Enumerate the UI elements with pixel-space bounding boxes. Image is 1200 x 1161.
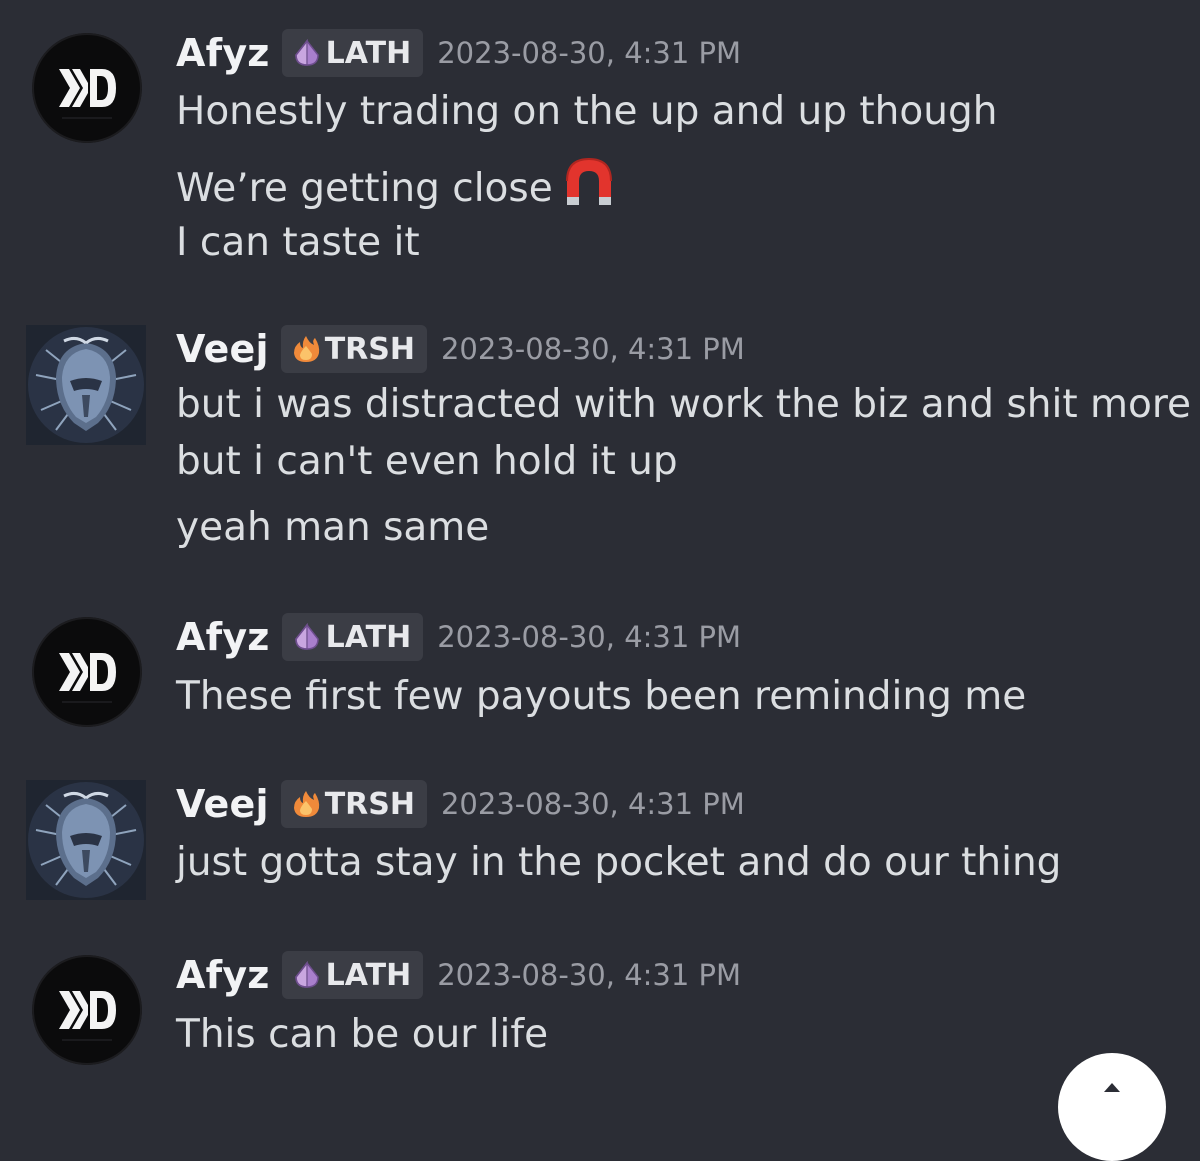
message-text: I can taste it	[176, 220, 420, 265]
role-tag[interactable]: TRSH	[280, 780, 427, 828]
fire-icon	[291, 334, 321, 364]
fire-icon	[291, 789, 321, 819]
timestamp: 2023-08-30, 4:31 PM	[437, 958, 742, 992]
timestamp: 2023-08-30, 4:31 PM	[437, 620, 742, 654]
magnet-emoji-icon	[561, 153, 617, 209]
message-text: This can be our life	[176, 1012, 549, 1057]
xd-logo-icon	[32, 33, 142, 143]
scroll-up-button[interactable]	[1058, 1053, 1166, 1161]
role-tag-label: LATH	[325, 957, 412, 993]
role-tag[interactable]: LATH	[281, 951, 424, 999]
chevron-up-icon	[1104, 1083, 1120, 1092]
timestamp: 2023-08-30, 4:31 PM	[437, 36, 742, 70]
message-text-content: We’re getting close	[176, 166, 553, 211]
message-header: Veej TRSH 2023-08-30, 4:31 PM	[176, 779, 745, 829]
timestamp: 2023-08-30, 4:31 PM	[440, 787, 745, 821]
timestamp: 2023-08-30, 4:31 PM	[440, 332, 745, 366]
message-text: Honestly trading on the up and up though	[176, 89, 998, 134]
message-text: These first few payouts been reminding m…	[176, 674, 1027, 719]
avatar[interactable]	[32, 33, 142, 143]
role-tag-label: LATH	[325, 619, 412, 655]
username[interactable]: Veej	[176, 782, 269, 826]
avatar[interactable]	[26, 325, 146, 445]
username[interactable]: Afyz	[176, 31, 270, 75]
avatar[interactable]	[26, 780, 146, 900]
message-text: We’re getting close	[176, 153, 617, 214]
message-header: Afyz LATH 2023-08-30, 4:31 PM	[176, 28, 741, 78]
role-tag-label: TRSH	[324, 786, 415, 822]
message-header: Afyz LATH 2023-08-30, 4:31 PM	[176, 950, 741, 1000]
avatar[interactable]	[32, 617, 142, 727]
predator-helmet-icon	[26, 325, 146, 445]
username[interactable]: Veej	[176, 327, 269, 371]
message-text: but i can't even hold it up	[176, 439, 678, 484]
role-tag-label: TRSH	[324, 331, 415, 367]
role-tag-label: LATH	[325, 35, 412, 71]
role-tag[interactable]: TRSH	[280, 325, 427, 373]
crystal-icon	[292, 38, 322, 68]
xd-logo-icon	[32, 617, 142, 727]
message-header: Afyz LATH 2023-08-30, 4:31 PM	[176, 612, 741, 662]
username[interactable]: Afyz	[176, 615, 270, 659]
crystal-icon	[292, 960, 322, 990]
message-header: Veej TRSH 2023-08-30, 4:31 PM	[176, 324, 745, 374]
crystal-icon	[292, 622, 322, 652]
message-text: just gotta stay in the pocket and do our…	[176, 840, 1062, 885]
role-tag[interactable]: LATH	[281, 613, 424, 661]
message-text: but i was distracted with work the biz a…	[176, 382, 1192, 427]
predator-helmet-icon	[26, 780, 146, 900]
role-tag[interactable]: LATH	[281, 29, 424, 77]
avatar[interactable]	[32, 955, 142, 1065]
message-text: yeah man same	[176, 505, 490, 550]
xd-logo-icon	[32, 955, 142, 1065]
username[interactable]: Afyz	[176, 953, 270, 997]
